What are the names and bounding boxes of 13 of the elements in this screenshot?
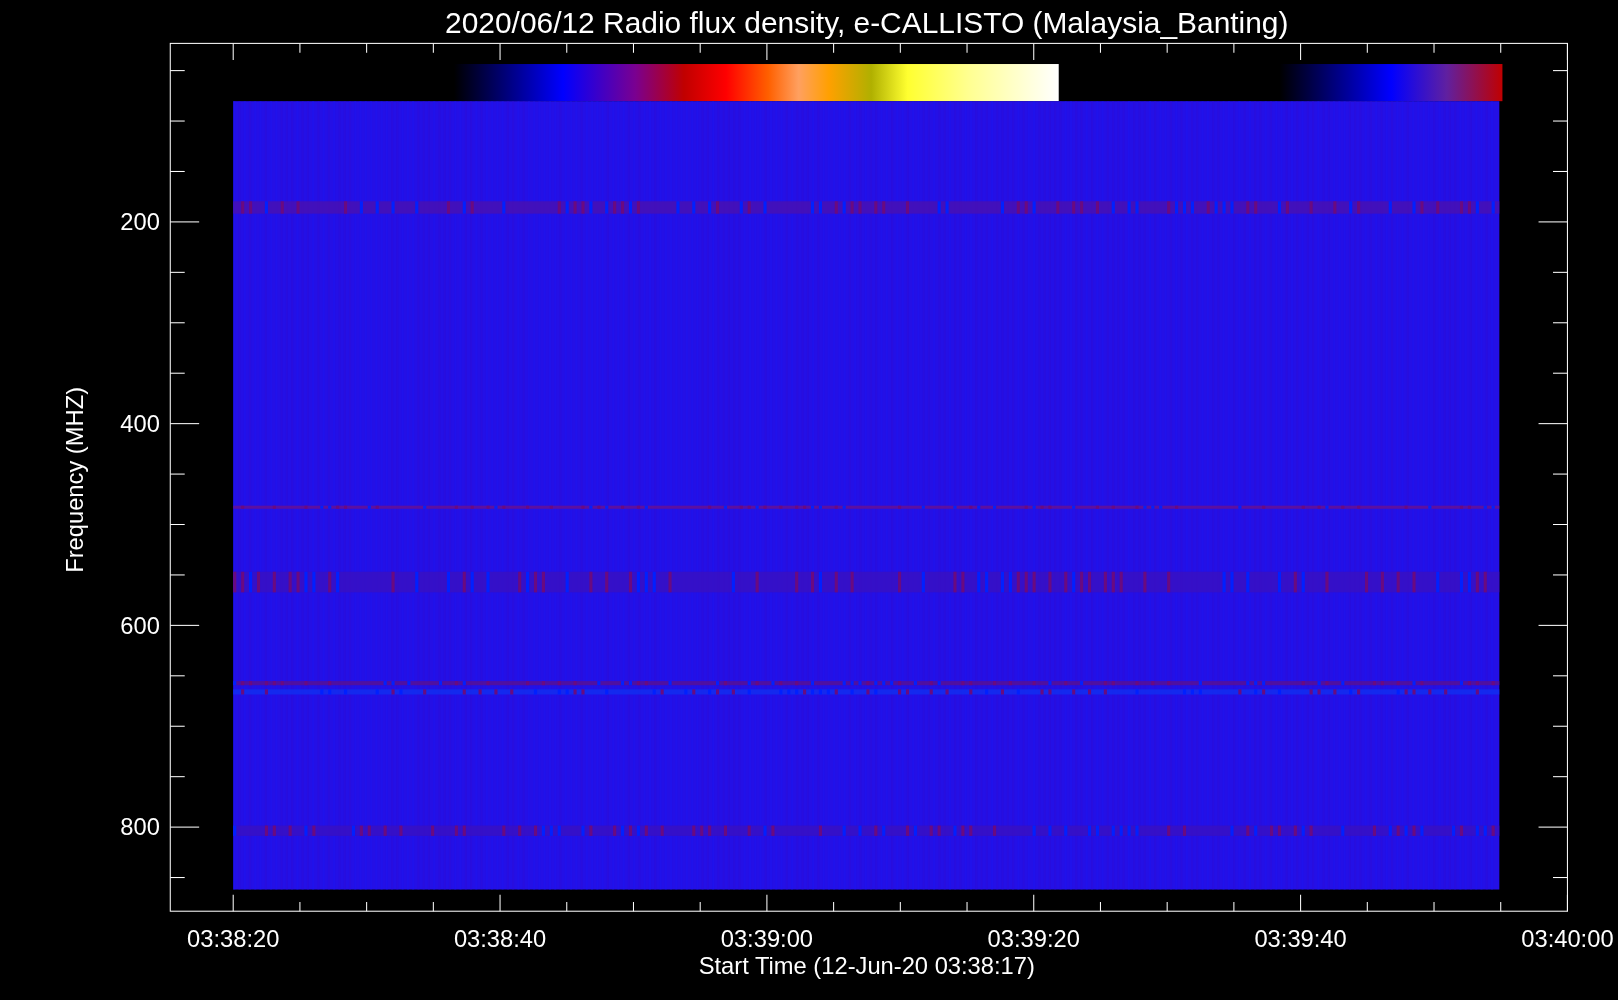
tick-label: 03:40:00 [1521,926,1614,953]
tick-label: 200 [120,209,160,236]
chart-title: 2020/06/12 Radio flux density, e-CALLISTO (Malaysia_Banting) [445,6,1289,40]
tick-label: 03:39:20 [987,926,1080,953]
tick-label: 800 [120,814,160,841]
tick-label: 03:39:00 [720,926,814,953]
tick-label: 600 [120,612,160,639]
tick-label: 400 [120,410,160,437]
tick-label: 03:38:40 [453,926,547,953]
tick-label: 03:38:20 [187,926,280,953]
axis-label: Frequency (MHZ) [61,386,88,573]
tick-label: 03:39:40 [1254,926,1347,953]
axis-label: Start Time (12-Jun-20 03:38:17) [698,953,1035,980]
